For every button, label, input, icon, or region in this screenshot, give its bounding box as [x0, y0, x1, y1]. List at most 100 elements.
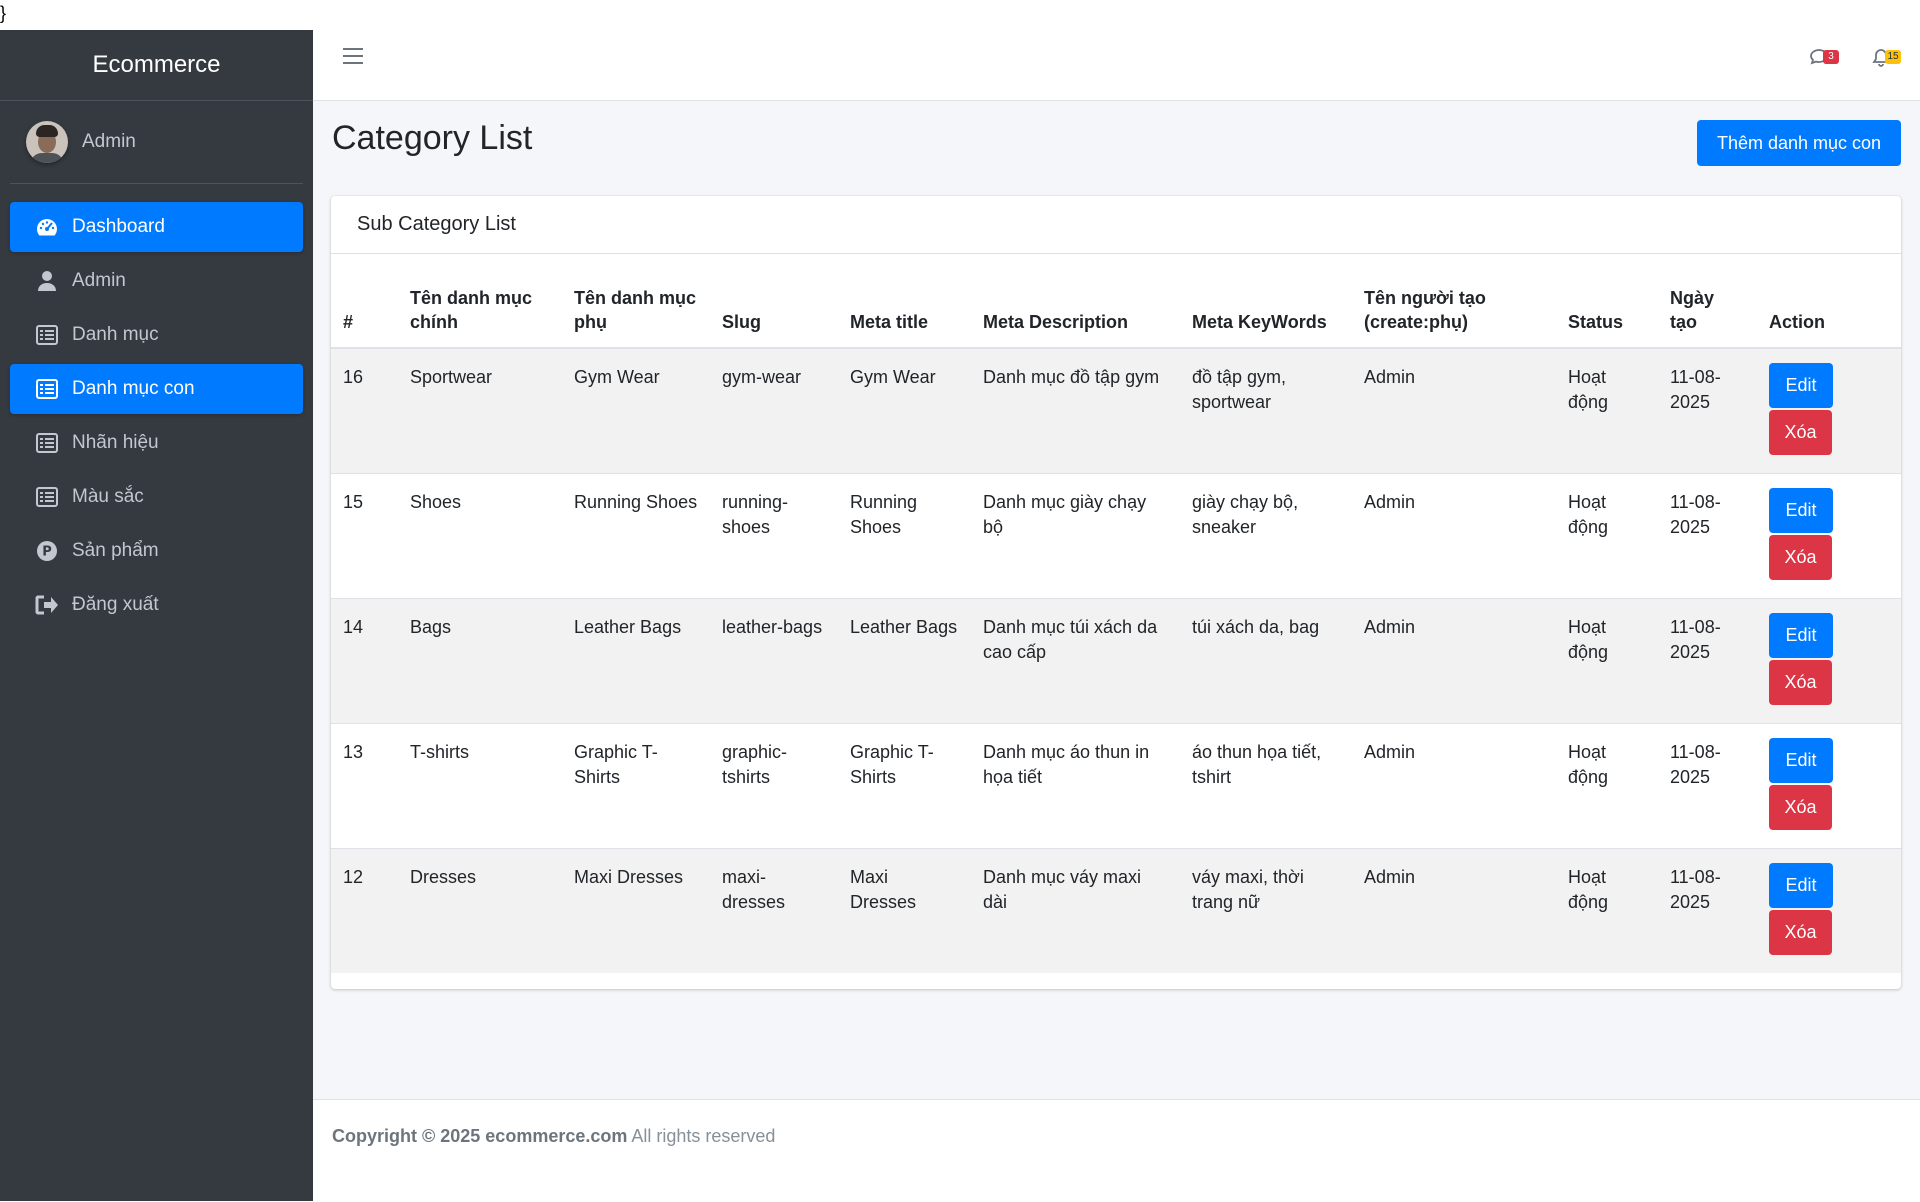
sidebar-nav: Dashboard Admin Danh mục Danh mục con Nh…	[0, 202, 313, 630]
table-row: 15 Shoes Running Shoes running-shoes Run…	[331, 472, 1901, 598]
table-row: 16 Sportwear Gym Wear gym-wear Gym Wear …	[331, 347, 1901, 473]
cell-meta-keywords: túi xách da, bag	[1180, 597, 1352, 723]
cell-id: 16	[331, 347, 398, 473]
subcategory-card: Sub Category List # Tên danh mục chính T…	[331, 196, 1901, 989]
cell-meta-description: Danh mục đồ tập gym	[971, 347, 1180, 473]
content-wrapper: Category List Thêm danh mục con Sub Cate…	[313, 101, 1920, 1099]
delete-button[interactable]: Xóa	[1769, 784, 1832, 830]
cell-meta-description: Danh mục túi xách da cao cấp	[971, 597, 1180, 723]
edit-button[interactable]: Edit	[1769, 737, 1833, 783]
cell-id: 15	[331, 472, 398, 598]
cell-action: Edit Xóa	[1757, 597, 1901, 723]
column-header-main-category: Tên danh mục chính	[398, 254, 562, 349]
cell-meta-keywords: giày chạy bộ, sneaker	[1180, 472, 1352, 598]
cell-meta-description: Danh mục giày chạy bộ	[971, 472, 1180, 598]
cell-creator: Admin	[1352, 847, 1556, 973]
cell-meta-keywords: đồ tập gym, sportwear	[1180, 347, 1352, 473]
messages-icon[interactable]: 3	[1809, 48, 1839, 70]
notifications-bell-icon[interactable]: 15	[1871, 48, 1901, 70]
sidebar-item-danh-muc-con[interactable]: Danh mục con	[10, 364, 303, 414]
list-icon	[34, 376, 60, 402]
cell-meta-description: Danh mục váy maxi dài	[971, 847, 1180, 973]
cell-meta-keywords: váy maxi, thời trang nữ	[1180, 847, 1352, 973]
brand-link[interactable]: Ecommerce	[0, 30, 313, 101]
sidebar-item-danh-muc[interactable]: Danh mục	[10, 310, 303, 360]
table-row: 14 Bags Leather Bags leather-bags Leathe…	[331, 597, 1901, 723]
edit-button[interactable]: Edit	[1769, 612, 1833, 658]
dashboard-gauge-icon	[34, 214, 60, 240]
sidebar-item-label: Danh mục con	[72, 378, 195, 399]
user-name[interactable]: Admin	[82, 131, 136, 153]
cell-slug: leather-bags	[710, 597, 838, 723]
delete-button[interactable]: Xóa	[1769, 909, 1832, 955]
column-header-sub-category: Tên danh mục phụ	[562, 254, 710, 349]
cell-slug: graphic-tshirts	[710, 722, 838, 848]
cell-created-date: 11-08-2025	[1658, 847, 1757, 973]
cell-slug: gym-wear	[710, 347, 838, 473]
sidebar: Ecommerce Admin Dashboard Admin Danh mục	[0, 30, 313, 1201]
avatar[interactable]	[26, 121, 68, 163]
cell-meta-title: Leather Bags	[838, 597, 971, 723]
sidebar-item-label: Admin	[72, 270, 126, 291]
delete-button[interactable]: Xóa	[1769, 659, 1832, 705]
cell-main-category: T-shirts	[398, 722, 562, 848]
card-title: Sub Category List	[331, 196, 1901, 254]
product-p-icon: P	[34, 538, 60, 564]
sidebar-item-admin[interactable]: Admin	[10, 256, 303, 306]
delete-button[interactable]: Xóa	[1769, 410, 1832, 455]
cell-sub-category: Graphic T-Shirts	[562, 722, 710, 848]
cell-slug: running-shoes	[710, 472, 838, 598]
cell-sub-category: Leather Bags	[562, 597, 710, 723]
cell-action: Edit Xóa	[1757, 722, 1901, 848]
footer-rights: All rights reserved	[631, 1126, 776, 1146]
cell-main-category: Sportwear	[398, 347, 562, 473]
sidebar-item-label: Danh mục	[72, 324, 159, 345]
sidebar-item-dashboard[interactable]: Dashboard	[10, 202, 303, 252]
cell-main-category: Bags	[398, 597, 562, 723]
footer: Copyright © 2025 ecommerce.com All right…	[313, 1099, 1920, 1202]
cell-meta-title: Graphic T-Shirts	[838, 722, 971, 848]
add-subcategory-button[interactable]: Thêm danh mục con	[1697, 120, 1901, 166]
cell-meta-title: Running Shoes	[838, 472, 971, 598]
edit-button[interactable]: Edit	[1769, 487, 1833, 533]
sidebar-item-dang-xuat[interactable]: Đăng xuất	[10, 580, 303, 630]
sidebar-item-mau-sac[interactable]: Màu sắc	[10, 472, 303, 522]
cell-sub-category: Gym Wear	[562, 347, 710, 473]
cell-slug: maxi-dresses	[710, 847, 838, 973]
cell-id: 12	[331, 847, 398, 973]
delete-button[interactable]: Xóa	[1769, 534, 1832, 580]
messages-badge: 3	[1823, 50, 1839, 64]
sidebar-item-label: Đăng xuất	[72, 594, 159, 615]
top-navbar: 3 15	[313, 0, 1920, 101]
column-header-action: Action	[1757, 254, 1901, 349]
page-title: Category List	[332, 119, 533, 157]
cell-sub-category: Maxi Dresses	[562, 847, 710, 973]
footer-copyright: Copyright © 2025 ecommerce.com	[332, 1126, 628, 1146]
table-row: 12 Dresses Maxi Dresses maxi-dresses Max…	[331, 847, 1901, 973]
cell-created-date: 11-08-2025	[1658, 347, 1757, 473]
sidebar-item-label: Màu sắc	[72, 486, 144, 507]
list-icon	[34, 430, 60, 456]
sidebar-item-nhan-hieu[interactable]: Nhãn hiệu	[10, 418, 303, 468]
subcategory-table: # Tên danh mục chính Tên danh mục phụ Sl…	[331, 254, 1901, 973]
cell-created-date: 11-08-2025	[1658, 472, 1757, 598]
column-header-status: Status	[1556, 254, 1658, 349]
hamburger-icon[interactable]	[343, 48, 363, 64]
cell-meta-keywords: áo thun họa tiết, tshirt	[1180, 722, 1352, 848]
sidebar-item-san-pham[interactable]: P Sản phẩm	[10, 526, 303, 576]
cell-meta-title: Maxi Dresses	[838, 847, 971, 973]
edit-button[interactable]: Edit	[1769, 862, 1833, 908]
sidebar-item-label: Dashboard	[72, 216, 165, 237]
user-icon	[34, 268, 60, 294]
cell-creator: Admin	[1352, 597, 1556, 723]
svg-text:P: P	[42, 545, 52, 560]
column-header-creator: Tên người tạo (create:phụ)	[1352, 254, 1556, 349]
stray-brace-text: }	[0, 3, 7, 23]
cell-action: Edit Xóa	[1757, 347, 1901, 473]
cell-id: 14	[331, 597, 398, 723]
footer-text: Copyright © 2025 ecommerce.com All right…	[332, 1126, 775, 1147]
sidebar-item-label: Sản phẩm	[72, 540, 159, 561]
edit-button[interactable]: Edit	[1769, 363, 1833, 408]
column-header-slug: Slug	[710, 254, 838, 349]
cell-main-category: Shoes	[398, 472, 562, 598]
